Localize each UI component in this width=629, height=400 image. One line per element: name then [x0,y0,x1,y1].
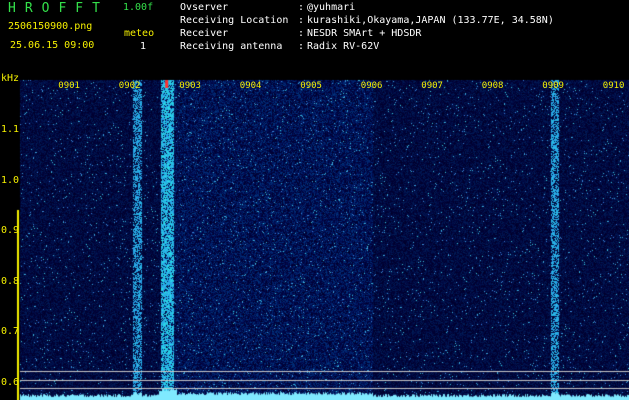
station-value: @yuhmari [307,2,356,13]
x-tick-label: 0904 [239,81,262,91]
x-tick-label: 0909 [542,81,564,91]
station-label: Receiving Location [180,15,289,26]
station-colon: : [298,15,305,26]
x-tick-label: 0905 [300,81,322,91]
y-tick-label: 0.6 [1,376,20,388]
spectrogram-canvas [0,0,629,400]
meteor-count: 1 [140,41,147,52]
y-tick-label: 0.8 [1,275,20,287]
file-name: 2506150900.png [8,21,93,32]
station-colon: : [298,2,305,13]
x-tick-label: 0902 [118,81,141,91]
app-title: HROFFT [8,1,109,16]
x-tick-label: 0908 [481,81,504,91]
station-value: Radix RV-62V [307,41,380,52]
station-label: Ovserver [180,2,229,13]
x-tick-label: 0910 [602,81,625,91]
station-value: NESDR SMArt + HDSDR [307,28,422,39]
y-tick-label: 0.7 [1,326,20,337]
station-colon: : [298,41,305,52]
x-tick-label: 0901 [58,81,80,91]
station-colon: : [298,28,305,39]
timestamp: 25.06.15 09:00 [10,40,95,51]
y-tick-label: 0.9 [1,225,20,236]
meteor-label: meteor [124,29,154,39]
x-tick-label: 0906 [360,81,383,91]
x-tick-label: 0907 [421,81,443,91]
station-label: Receiving antenna [180,41,283,52]
y-unit-label: kHz [1,73,20,84]
app-version: 1.00f [123,2,154,13]
station-label: Receiver [180,28,229,39]
y-tick-label: 1.0 [1,174,20,186]
x-tick-label: 0903 [179,81,201,91]
station-value: kurashiki,Okayama,JAPAN (133.77E, 34.58N… [307,15,554,26]
y-tick-label: 1.1 [1,124,20,135]
hrofft-window: HROFFT 1.00f 2506150900.png 25.06.15 09:… [0,0,629,400]
